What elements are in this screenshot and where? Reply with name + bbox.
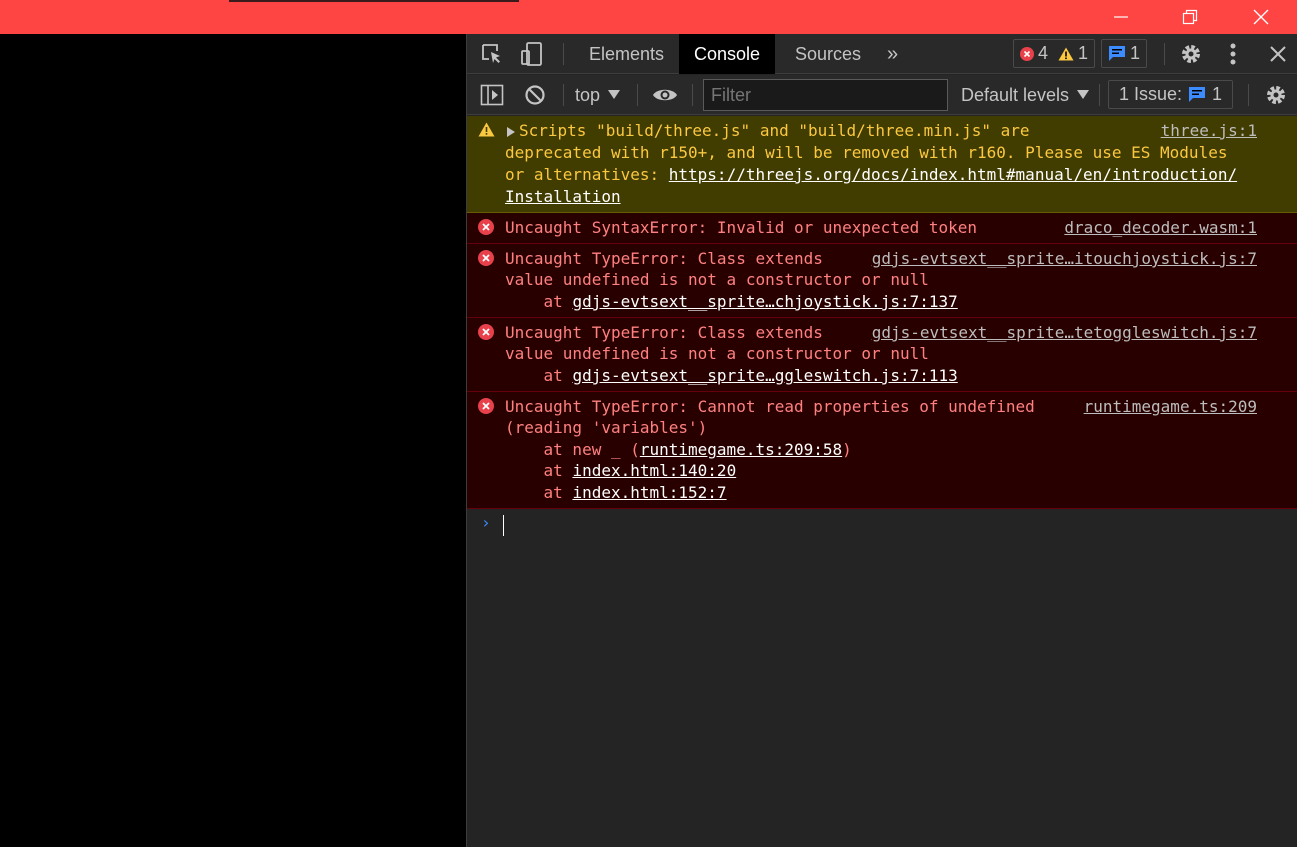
console-prompt-icon: › (481, 513, 491, 532)
message-count: 1 (1130, 43, 1141, 63)
error-warning-counter[interactable]: 4 1 (1013, 39, 1096, 68)
stack-prefix: at new _ ( (505, 440, 640, 459)
separator (563, 43, 564, 65)
log-levels-dropdown[interactable]: Default levels (961, 75, 1090, 115)
message-counter[interactable]: 1 (1101, 39, 1148, 68)
restore-icon (1182, 9, 1198, 25)
console-error[interactable]: Uncaught SyntaxError: Invalid or unexpec… (467, 213, 1297, 244)
warning-text-line: or alternatives: https://threejs.org/doc… (505, 164, 1237, 186)
error-text: Uncaught SyntaxError: Invalid or unexpec… (505, 218, 978, 237)
console-input-caret[interactable] (503, 515, 504, 536)
filter-input[interactable] (703, 79, 948, 111)
close-devtools-icon[interactable] (1266, 44, 1290, 64)
live-expression-eye-icon[interactable] (651, 83, 679, 107)
warning-text-line: deprecated with r150+, and will be remov… (505, 143, 1228, 162)
warning-icon (478, 122, 495, 137)
docs-link[interactable]: https://threejs.org/docs/index.html#manu… (669, 165, 1237, 184)
separator (563, 84, 564, 106)
error-text: (reading 'variables') (505, 418, 708, 437)
stack-frame: at index.html:152:7 (505, 482, 727, 504)
warning-count: 1 (1078, 43, 1089, 63)
source-link[interactable]: draco_decoder.wasm:1 (1064, 217, 1257, 239)
error-icon (478, 250, 494, 266)
stack-link[interactable]: index.html:140:20 (572, 461, 736, 480)
separator (692, 84, 693, 106)
stack-link[interactable]: gdjs-evtsext__sprite…chjoystick.js:7:137 (572, 292, 957, 311)
issues-count: 1 (1212, 84, 1223, 104)
tab-console[interactable]: Console (679, 34, 775, 74)
error-text: Uncaught TypeError: Cannot read properti… (505, 397, 1035, 416)
message-icon (1189, 87, 1206, 102)
tab-strip (229, 0, 519, 2)
error-text: value undefined is not a constructor or … (505, 270, 929, 289)
dropdown-arrow-icon (608, 90, 621, 99)
sidebar-toggle-icon[interactable] (479, 83, 505, 107)
stack-prefix: at (505, 366, 573, 385)
source-link[interactable]: gdjs-evtsext__sprite…tetoggleswitch.js:7 (872, 322, 1257, 344)
close-window-button[interactable] (1238, 0, 1284, 34)
stack-prefix: at (505, 292, 573, 311)
console-error[interactable]: Uncaught TypeError: Class extends value … (467, 318, 1297, 392)
error-icon (478, 398, 494, 414)
console-toolbar: top Default levels 1 Issue: 1 (467, 75, 1297, 115)
separator (1164, 43, 1165, 65)
expand-triangle-icon[interactable] (507, 127, 515, 137)
log-levels-label: Default levels (961, 84, 1070, 105)
console-error[interactable]: Uncaught TypeError: Cannot read properti… (467, 392, 1297, 509)
tab-elements[interactable]: Elements (573, 34, 680, 74)
restore-button[interactable] (1167, 0, 1213, 34)
devtools-tabbar: Elements Console Sources » 4 1 1 (467, 34, 1297, 74)
page-viewport[interactable] (0, 34, 466, 847)
clear-console-icon[interactable] (523, 84, 547, 106)
error-icon (1020, 46, 1034, 61)
console-settings-gear-icon[interactable] (1263, 83, 1289, 107)
stack-link[interactable]: index.html:152:7 (572, 483, 726, 502)
issues-label: 1 Issue: (1118, 84, 1183, 104)
stack-link[interactable]: runtimegame.ts:209:58 (640, 440, 842, 459)
separator (1248, 84, 1249, 106)
more-options-icon[interactable] (1223, 42, 1243, 66)
warning-text-prefix: or alternatives: (505, 165, 669, 184)
stack-prefix: at (505, 483, 573, 502)
issues-button[interactable]: 1 Issue: 1 (1108, 80, 1233, 109)
source-link[interactable]: gdjs-evtsext__sprite…itouchjoystick.js:7 (872, 248, 1257, 270)
error-text: Uncaught TypeError: Class extends (505, 323, 823, 342)
devtools-panel: Elements Console Sources » 4 1 1 top Fil… (466, 34, 1297, 847)
stack-frame: at gdjs-evtsext__sprite…ggleswitch.js:7:… (505, 365, 958, 387)
source-link[interactable]: runtimegame.ts:209 (1084, 396, 1257, 418)
error-icon (478, 324, 494, 340)
more-tabs-button[interactable]: » (871, 34, 914, 74)
separator (637, 84, 638, 106)
warning-icon (1058, 47, 1074, 60)
console-error[interactable]: Uncaught TypeError: Class extends value … (467, 244, 1297, 318)
stack-link[interactable]: gdjs-evtsext__sprite…ggleswitch.js:7:113 (572, 366, 957, 385)
tab-sources[interactable]: Sources (779, 34, 877, 74)
inspect-element-icon[interactable] (479, 42, 505, 66)
error-text: value undefined is not a constructor or … (505, 344, 929, 363)
context-value: top (575, 84, 601, 105)
error-icon (478, 219, 494, 235)
settings-gear-icon[interactable] (1178, 42, 1204, 66)
stack-suffix: ) (842, 440, 852, 459)
close-icon (1253, 9, 1269, 25)
dropdown-arrow-icon (1077, 90, 1090, 99)
console-warning[interactable]: Scripts "build/three.js" and "build/thre… (467, 116, 1297, 213)
error-count: 4 (1038, 43, 1049, 63)
source-link[interactable]: three.js:1 (1161, 120, 1257, 142)
message-icon (1109, 46, 1125, 61)
stack-frame: at index.html:140:20 (505, 460, 737, 482)
stack-prefix: at (505, 461, 573, 480)
stack-frame: at gdjs-evtsext__sprite…chjoystick.js:7:… (505, 291, 958, 313)
error-text: Uncaught TypeError: Class extends (505, 249, 823, 268)
warning-text-line: Scripts "build/three.js" and "build/thre… (519, 121, 1030, 140)
minimize-button[interactable] (1098, 0, 1144, 34)
stack-frame: at new _ (runtimegame.ts:209:58) (505, 439, 852, 461)
device-toolbar-icon[interactable] (519, 41, 545, 67)
console-messages: Scripts "build/three.js" and "build/thre… (467, 116, 1297, 509)
docs-link-continued[interactable]: Installation (505, 186, 621, 208)
minimize-icon (1114, 16, 1128, 18)
window-titlebar (0, 0, 1297, 34)
separator (1099, 84, 1100, 106)
context-selector[interactable]: top (575, 75, 621, 115)
